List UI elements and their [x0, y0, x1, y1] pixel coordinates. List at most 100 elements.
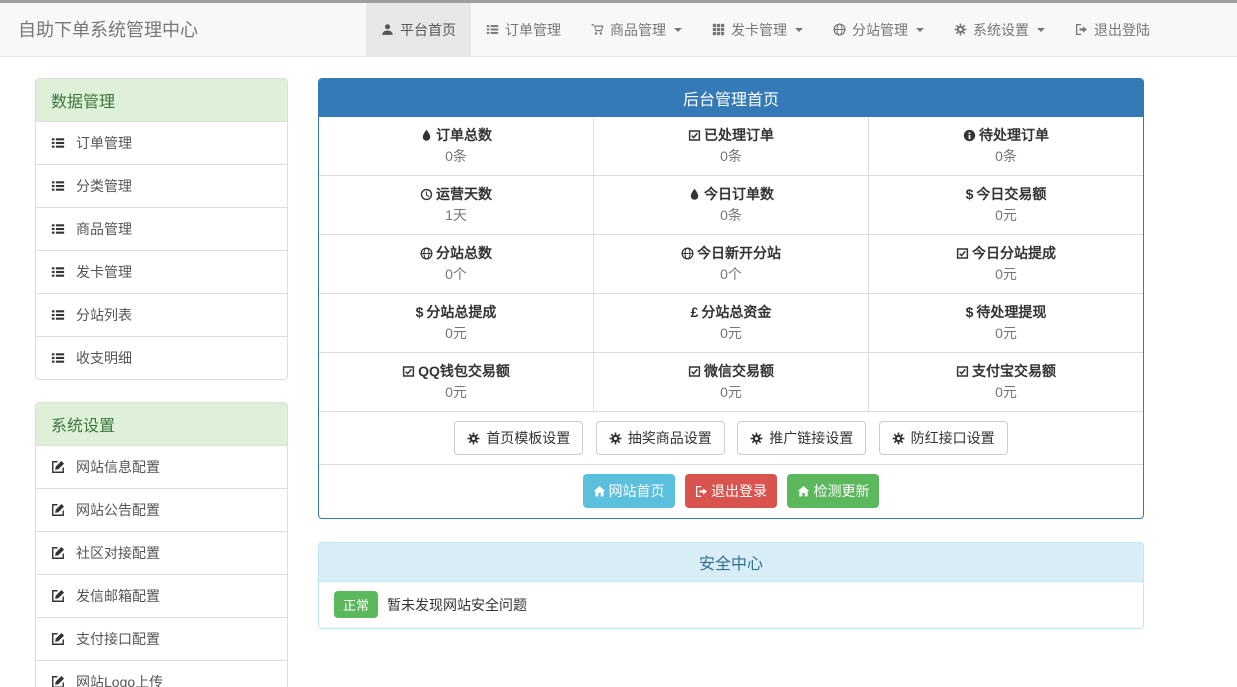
caret-down-icon — [795, 28, 803, 32]
sidebar-item-label: 发卡管理 — [76, 262, 132, 282]
sidebar-item-substation-list[interactable]: 分站列表 — [36, 294, 287, 337]
stat-value: 0个 — [319, 264, 593, 284]
security-center-title: 安全中心 — [319, 543, 1143, 582]
gbp-icon: £ — [691, 302, 699, 322]
stat-row: 分站总数 0个 今日新开分站 0个 今日分站提成 0元 — [319, 235, 1143, 294]
stat-value: 0元 — [869, 323, 1143, 343]
logout-button[interactable]: 退出登录 — [685, 474, 777, 508]
stat-value: 0条 — [594, 205, 868, 225]
gear-icon — [954, 23, 967, 36]
sidebar-item-income-expense-detail[interactable]: 收支明细 — [36, 337, 287, 379]
sidebar-item-payment-api-config[interactable]: 支付接口配置 — [36, 618, 287, 661]
sidebar-item-label: 网站公告配置 — [76, 500, 160, 520]
list-icon — [51, 222, 65, 236]
stat-total-orders: 订单总数 0条 — [319, 117, 594, 175]
homepage-template-settings-button[interactable]: 首页模板设置 — [454, 421, 583, 455]
sidebar: 数据管理 订单管理 分类管理 商品管理 发卡管理 — [35, 78, 288, 687]
stat-qq-wallet-amount: QQ钱包交易额 0元 — [319, 353, 594, 411]
stat-label: 已处理订单 — [704, 125, 774, 145]
list-icon — [51, 136, 65, 150]
stat-today-substation-commission: 今日分站提成 0元 — [869, 235, 1143, 293]
sidebar-item-order-management[interactable]: 订单管理 — [36, 122, 287, 165]
button-label: 网站首页 — [609, 481, 665, 501]
promotion-link-settings-button[interactable]: 推广链接设置 — [737, 421, 866, 455]
sidebar-section-system-settings: 系统设置 网站信息配置 网站公告配置 社区对接配置 发信邮箱配置 — [35, 402, 288, 687]
setting-buttons-row: 首页模板设置 抽奖商品设置 推广链接设置 防红接口设置 — [319, 412, 1143, 465]
sidebar-item-category-management[interactable]: 分类管理 — [36, 165, 287, 208]
dollar-icon: $ — [416, 302, 424, 322]
stat-label: 支付宝交易额 — [972, 361, 1056, 381]
sidebar-item-logo-upload[interactable]: 网站Logo上传 — [36, 661, 287, 687]
sidebar-item-site-announcement-config[interactable]: 网站公告配置 — [36, 489, 287, 532]
button-label: 检测更新 — [813, 481, 869, 501]
main-nav: 平台首页 订单管理 商品管理 发卡管理 分站管理 — [366, 3, 1165, 56]
nav-item-card-management[interactable]: 发卡管理 — [697, 3, 818, 56]
stat-row: $分站总提成 0元 £分站总资金 0元 $待处理提现 0元 — [319, 294, 1143, 353]
stat-today-orders: 今日订单数 0条 — [594, 176, 869, 234]
stat-processed-orders: 已处理订单 0条 — [594, 117, 869, 175]
check-update-button[interactable]: 检测更新 — [787, 474, 879, 508]
clock-icon — [420, 188, 433, 201]
sidebar-item-label: 订单管理 — [76, 133, 132, 153]
list-icon — [51, 179, 65, 193]
nav-item-product-management[interactable]: 商品管理 — [576, 3, 697, 56]
button-label: 退出登录 — [711, 481, 767, 501]
nav-item-label: 发卡管理 — [731, 20, 787, 40]
stat-label: 今日新开分站 — [697, 243, 781, 263]
stat-value: 0元 — [869, 382, 1143, 402]
tint-icon — [688, 188, 701, 201]
sidebar-item-community-connect-config[interactable]: 社区对接配置 — [36, 532, 287, 575]
anti-block-api-settings-button[interactable]: 防红接口设置 — [879, 421, 1008, 455]
content-area: 数据管理 订单管理 分类管理 商品管理 发卡管理 — [0, 57, 1237, 687]
stat-value: 0个 — [594, 264, 868, 284]
button-label: 推广链接设置 — [769, 428, 853, 448]
button-label: 抽奖商品设置 — [628, 428, 712, 448]
sidebar-item-card-management[interactable]: 发卡管理 — [36, 251, 287, 294]
stat-days-running: 运营天数 1天 — [319, 176, 594, 234]
stat-label: 今日交易额 — [976, 184, 1046, 204]
lottery-product-settings-button[interactable]: 抽奖商品设置 — [596, 421, 725, 455]
nav-item-label: 订单管理 — [505, 20, 561, 40]
sidebar-item-site-info-config[interactable]: 网站信息配置 — [36, 446, 287, 489]
stat-value: 0条 — [594, 146, 868, 166]
stat-value: 0条 — [319, 146, 593, 166]
stat-label: 待处理订单 — [979, 125, 1049, 145]
check-square-icon — [402, 365, 415, 378]
stat-label: 运营天数 — [436, 184, 492, 204]
edit-icon — [51, 503, 65, 517]
caret-down-icon — [674, 28, 682, 32]
stat-label: QQ钱包交易额 — [418, 361, 510, 381]
stat-value: 0条 — [869, 146, 1143, 166]
sidebar-item-label: 分站列表 — [76, 305, 132, 325]
main-content: 后台管理首页 订单总数 0条 已处理订单 0条 待处理订单 0条 — [318, 78, 1144, 687]
nav-item-order-management[interactable]: 订单管理 — [471, 3, 576, 56]
stat-total-substation-commission: $分站总提成 0元 — [319, 294, 594, 352]
status-badge: 正常 — [334, 591, 378, 618]
sidebar-item-label: 发信邮箱配置 — [76, 586, 160, 606]
caret-down-icon — [916, 28, 924, 32]
stat-today-new-substations: 今日新开分站 0个 — [594, 235, 869, 293]
nav-item-logout[interactable]: 退出登陆 — [1060, 3, 1165, 56]
dashboard-panel: 后台管理首页 订单总数 0条 已处理订单 0条 待处理订单 0条 — [318, 78, 1144, 519]
action-buttons-row: 网站首页 退出登录 检测更新 — [319, 465, 1143, 518]
sidebar-item-label: 分类管理 — [76, 176, 132, 196]
stat-label: 微信交易额 — [704, 361, 774, 381]
list-icon — [51, 265, 65, 279]
stat-value: 0元 — [594, 323, 868, 343]
stat-label: 今日分站提成 — [972, 243, 1056, 263]
sidebar-item-mail-config[interactable]: 发信邮箱配置 — [36, 575, 287, 618]
stat-row: 运营天数 1天 今日订单数 0条 $今日交易额 0元 — [319, 176, 1143, 235]
nav-item-substation-management[interactable]: 分站管理 — [818, 3, 939, 56]
nav-item-system-settings[interactable]: 系统设置 — [939, 3, 1060, 56]
sidebar-section-data-management: 数据管理 订单管理 分类管理 商品管理 发卡管理 — [35, 78, 288, 380]
stat-alipay-amount: 支付宝交易额 0元 — [869, 353, 1143, 411]
tint-icon — [420, 129, 433, 142]
nav-item-label: 系统设置 — [973, 20, 1029, 40]
check-square-icon — [956, 365, 969, 378]
sidebar-item-product-management[interactable]: 商品管理 — [36, 208, 287, 251]
sidebar-item-label: 网站Logo上传 — [76, 672, 163, 687]
stat-label: 分站总提成 — [426, 302, 496, 322]
nav-item-platform-home[interactable]: 平台首页 — [366, 3, 471, 56]
site-homepage-button[interactable]: 网站首页 — [583, 474, 675, 508]
cart-icon — [591, 23, 604, 36]
